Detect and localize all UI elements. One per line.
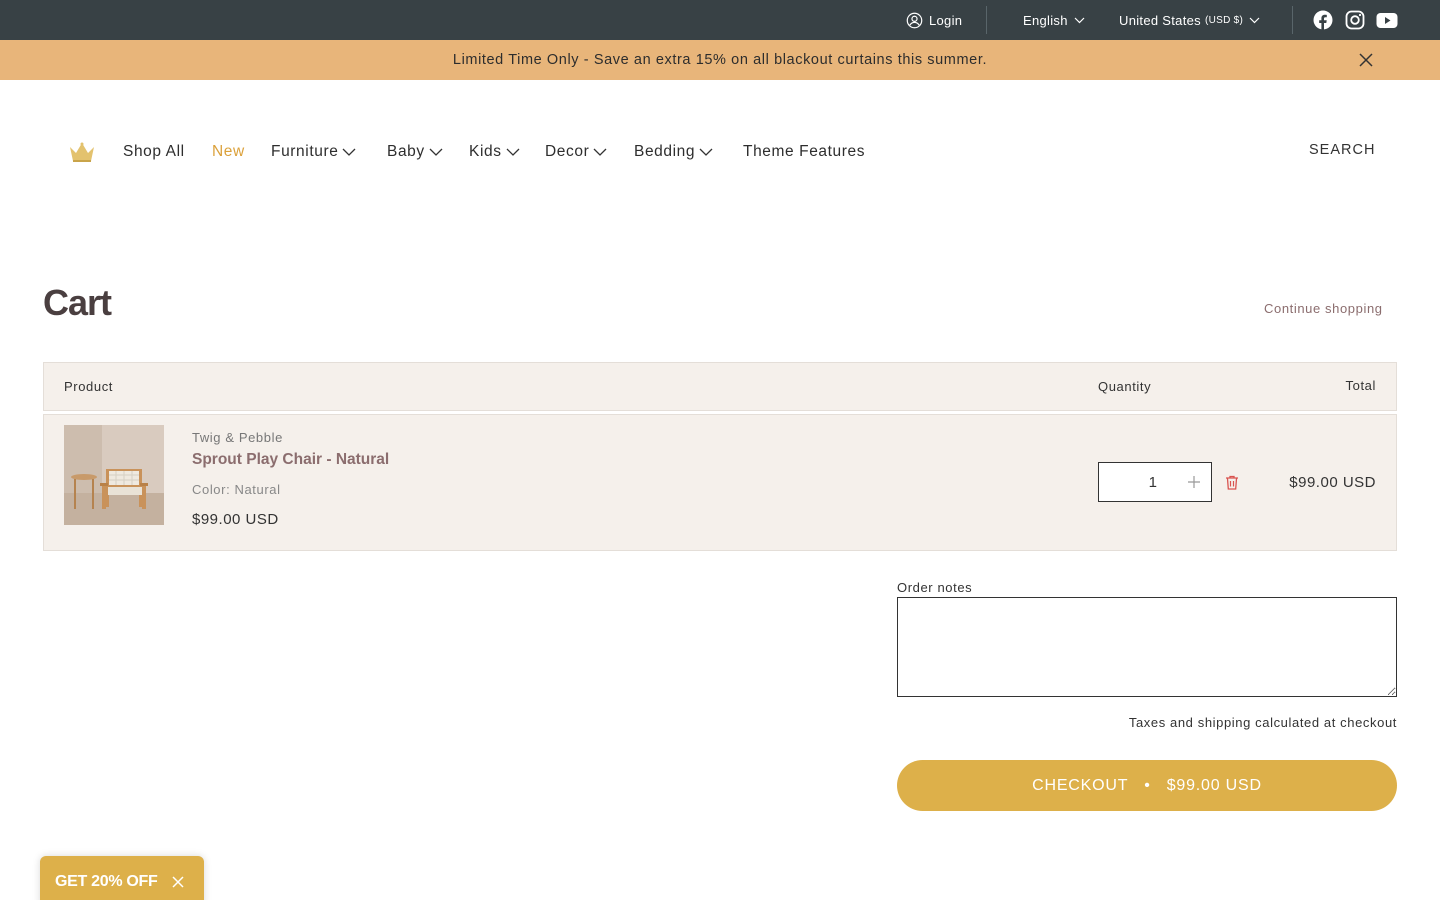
- nav-decor[interactable]: Decor: [545, 142, 607, 162]
- chevron-down-icon: [699, 148, 713, 156]
- play-chair-image-icon: [64, 425, 164, 525]
- utility-bar: Login English United States (USD $): [0, 0, 1440, 40]
- facebook-icon[interactable]: [1313, 10, 1333, 30]
- login-label: Login: [929, 12, 963, 28]
- trash-icon[interactable]: [1225, 475, 1239, 490]
- nav-bedding[interactable]: Bedding: [634, 142, 713, 162]
- column-header-quantity: Quantity: [1098, 379, 1152, 394]
- crown-logo-icon[interactable]: [68, 141, 96, 163]
- language-selector[interactable]: English: [1023, 0, 1085, 40]
- product-vendor: Twig & Pebble: [192, 430, 283, 445]
- youtube-icon[interactable]: [1376, 10, 1398, 30]
- country-selector[interactable]: United States (USD $): [1119, 0, 1260, 40]
- continue-shopping-link[interactable]: Continue shopping: [1264, 301, 1383, 316]
- plus-icon[interactable]: [1187, 475, 1201, 489]
- nav-label: Kids: [469, 143, 502, 160]
- nav-label: Decor: [545, 143, 590, 160]
- language-label: English: [1023, 12, 1068, 28]
- nav-furniture[interactable]: Furniture: [271, 142, 356, 162]
- nav-kids[interactable]: Kids: [469, 142, 520, 162]
- cart-item-row: Twig & Pebble Sprout Play Chair - Natura…: [43, 414, 1397, 551]
- quantity-stepper: [1098, 462, 1212, 502]
- product-image[interactable]: [64, 425, 164, 525]
- line-total: $99.00 USD: [1289, 474, 1376, 491]
- divider: [986, 6, 987, 34]
- login-link[interactable]: Login: [906, 0, 962, 40]
- order-notes-field[interactable]: [897, 597, 1397, 697]
- nav-label: Bedding: [634, 143, 696, 160]
- nav-label: Shop All: [123, 143, 185, 160]
- tax-note: Taxes and shipping calculated at checkou…: [1128, 715, 1397, 730]
- checkout-separator: •: [1144, 776, 1151, 794]
- nav-shop-all[interactable]: Shop All: [123, 142, 185, 162]
- chevron-down-icon: [1074, 17, 1085, 23]
- nav-label: Baby: [387, 143, 425, 160]
- checkout-label: CHECKOUT: [1032, 776, 1129, 794]
- nav-new[interactable]: New: [212, 142, 245, 162]
- quantity-input[interactable]: [1099, 463, 1183, 501]
- cart-table-header: Product Quantity Total: [43, 362, 1397, 411]
- chevron-down-icon: [429, 148, 443, 156]
- currency-label: (USD $): [1204, 14, 1244, 26]
- discount-label: GET 20% OFF: [55, 873, 158, 890]
- product-price: $99.00 USD: [192, 511, 279, 528]
- nav-label: Furniture: [271, 143, 339, 160]
- column-header-product: Product: [64, 379, 114, 394]
- chevron-down-icon: [593, 148, 607, 156]
- nav-theme-features[interactable]: Theme Features: [743, 142, 865, 162]
- chevron-down-icon: [1249, 17, 1260, 23]
- site-header: Shop All New Furniture Baby Kids Decor B…: [0, 80, 1440, 225]
- product-name-link[interactable]: Sprout Play Chair - Natural: [192, 451, 389, 469]
- checkout-total: $99.00 USD: [1166, 776, 1262, 794]
- product-option: Color: Natural: [192, 482, 281, 497]
- checkout-button[interactable]: CHECKOUT • $99.00 USD: [897, 760, 1397, 811]
- account-icon: [906, 12, 923, 28]
- discount-popup-tab[interactable]: GET 20% OFF: [40, 856, 204, 900]
- chevron-down-icon: [506, 148, 520, 156]
- column-header-total: Total: [1345, 378, 1376, 393]
- nav-label: New: [212, 143, 245, 160]
- close-icon[interactable]: [172, 876, 184, 888]
- announcement-text: Limited Time Only - Save an extra 15% on…: [452, 52, 988, 68]
- nav-label: Theme Features: [743, 143, 866, 160]
- nav-baby[interactable]: Baby: [387, 142, 443, 162]
- instagram-icon[interactable]: [1345, 10, 1365, 30]
- announcement-bar: Limited Time Only - Save an extra 15% on…: [0, 40, 1440, 80]
- close-icon[interactable]: [1358, 52, 1374, 68]
- divider: [1292, 6, 1293, 34]
- search-button[interactable]: SEARCH: [1309, 142, 1375, 158]
- country-label: United States: [1119, 12, 1201, 28]
- page-title: Cart: [43, 282, 112, 323]
- chevron-down-icon: [342, 148, 356, 156]
- order-notes-label: Order notes: [897, 580, 973, 595]
